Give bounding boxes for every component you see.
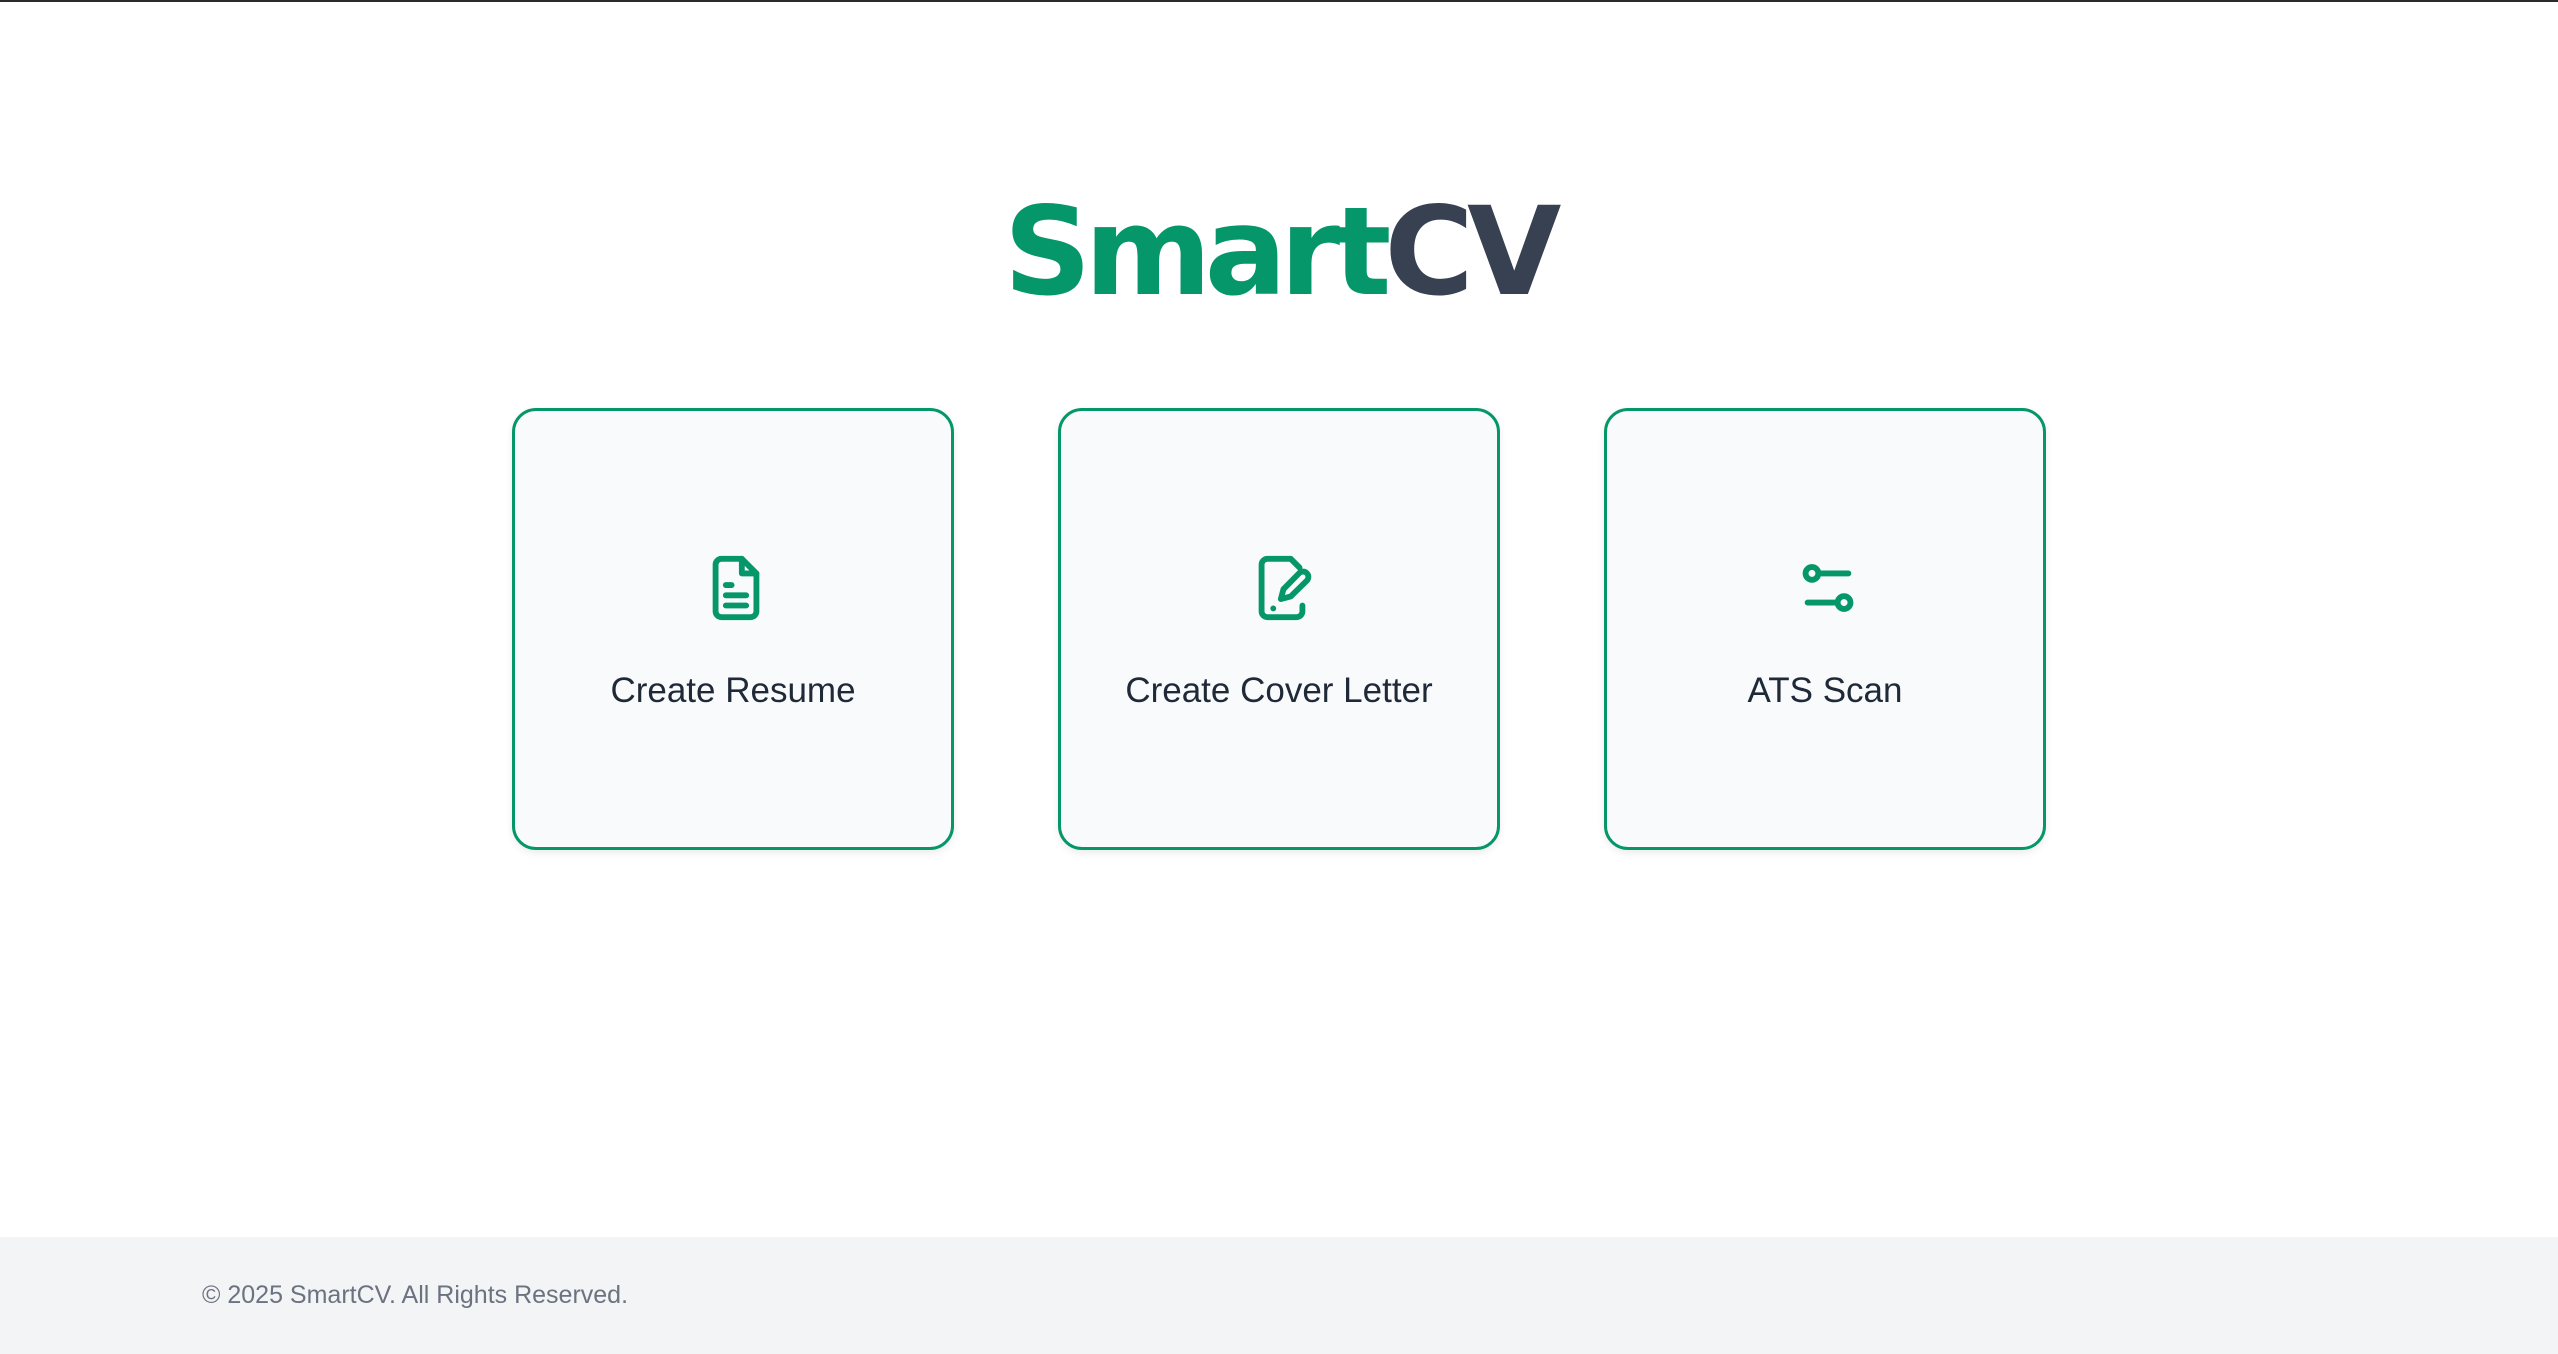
logo-text-smart: Smart <box>1003 181 1392 323</box>
logo-text-cv: CV <box>1384 181 1561 323</box>
create-cover-letter-card[interactable]: Create Cover Letter <box>1058 408 1500 850</box>
ats-scan-label: ATS Scan <box>1747 671 1903 710</box>
create-cover-letter-label: Create Cover Letter <box>1125 671 1433 710</box>
create-resume-card[interactable]: Create Resume <box>512 408 954 850</box>
ats-scan-card[interactable]: ATS Scan <box>1604 408 2046 850</box>
sliders-icon <box>1793 553 1863 623</box>
document-icon <box>701 553 771 623</box>
copyright-text: © 2025 SmartCV. All Rights Reserved. <box>202 1281 629 1309</box>
footer: © 2025 SmartCV. All Rights Reserved. <box>0 1237 2558 1354</box>
app-logo: SmartCV <box>0 182 2558 322</box>
document-edit-icon <box>1247 553 1317 623</box>
create-resume-label: Create Resume <box>610 671 856 710</box>
top-border <box>0 0 2558 2</box>
